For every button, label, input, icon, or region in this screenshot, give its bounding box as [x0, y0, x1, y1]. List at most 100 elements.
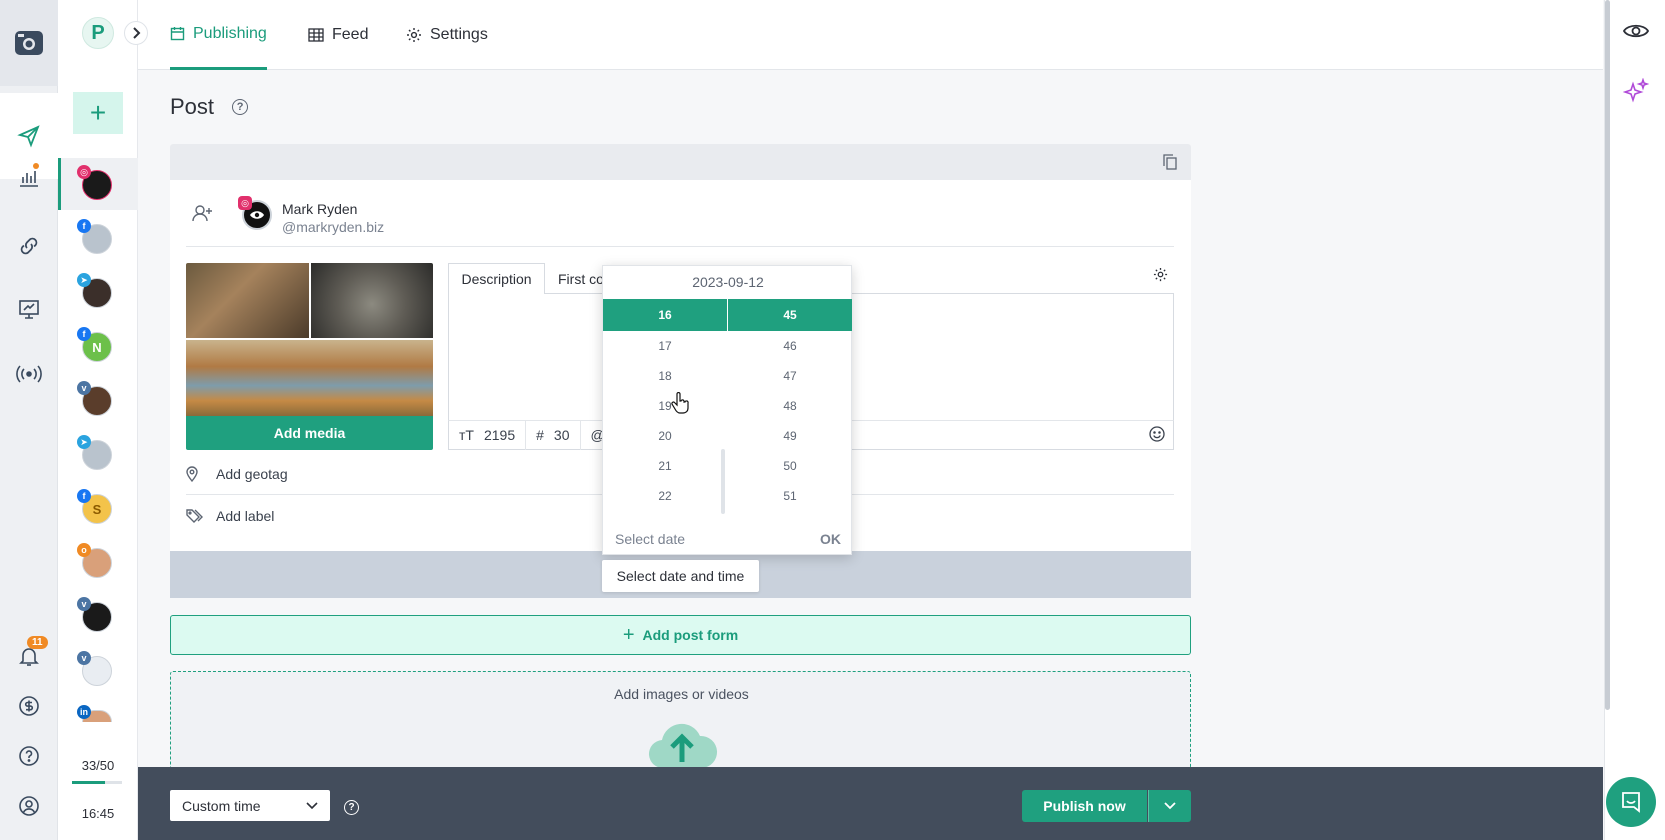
broadcast-icon[interactable] — [0, 354, 58, 394]
hours-column[interactable]: 16 17 18 19 20 21 22 — [603, 299, 727, 511]
emoji-icon[interactable] — [1149, 425, 1173, 445]
help-icon[interactable]: ? — [344, 797, 359, 815]
publish-options-button[interactable] — [1148, 790, 1191, 822]
account-letter: N — [92, 339, 102, 355]
usage-counter: 33/50 — [81, 758, 115, 773]
hour-option[interactable]: 18 — [603, 361, 727, 391]
preview-eye-icon[interactable] — [1622, 22, 1650, 43]
profile-icon[interactable] — [0, 786, 58, 826]
app-logo-icon[interactable] — [0, 0, 58, 86]
page-title: Post ? — [170, 94, 249, 120]
account-avatar[interactable]: v — [77, 381, 112, 416]
tab-label: Settings — [430, 26, 488, 43]
ai-sparkle-icon[interactable] — [1622, 77, 1650, 107]
tab-feed[interactable]: Feed — [308, 0, 368, 70]
minute-option[interactable]: 50 — [728, 451, 852, 481]
add-post-form-button[interactable]: + Add post form — [170, 615, 1191, 655]
expand-sidebar-button[interactable] — [124, 21, 148, 45]
accounts-column: P + ◎ f ➤ N f v ➤ S f o v v in 33/50 16:… — [58, 0, 138, 840]
account-name: Mark Ryden — [282, 201, 358, 217]
editor-settings-icon[interactable] — [1153, 267, 1168, 285]
gear-icon — [407, 28, 421, 42]
minute-option[interactable]: 45 — [728, 299, 852, 331]
help-icon[interactable] — [0, 736, 58, 776]
vk-icon: v — [77, 381, 91, 395]
billing-icon[interactable] — [0, 686, 58, 726]
bell-icon[interactable]: 11 — [0, 636, 58, 676]
account-avatar[interactable]: ◎ — [238, 196, 272, 230]
dropzone-label: Add images or videos — [614, 686, 749, 702]
monitor-icon[interactable] — [0, 289, 58, 329]
hour-option[interactable]: 17 — [603, 331, 727, 361]
map-pin-icon — [186, 466, 198, 482]
instagram-icon: ◎ — [238, 196, 252, 210]
account-avatar[interactable]: ◎ — [77, 165, 112, 200]
account-avatar[interactable]: o — [77, 543, 112, 578]
hour-option[interactable]: 22 — [603, 481, 727, 511]
add-geotag-label: Add geotag — [216, 466, 288, 482]
account-avatar[interactable]: ➤ — [77, 273, 112, 308]
hand-cursor-icon — [671, 391, 689, 417]
select-date-link[interactable]: Select date — [615, 531, 685, 547]
account-avatar[interactable]: v — [77, 651, 112, 686]
plus-icon: + — [622, 623, 635, 646]
account-avatar[interactable]: N f — [77, 327, 112, 362]
cat-photo-2 — [311, 263, 433, 338]
minute-option[interactable]: 48 — [728, 391, 852, 421]
copy-icon[interactable] — [1163, 154, 1177, 173]
eye-logo-icon — [250, 211, 264, 219]
add-media-button[interactable]: Add media — [186, 416, 433, 450]
minutes-column[interactable]: 45 46 47 48 49 50 51 — [728, 299, 852, 511]
add-account-icon[interactable] — [192, 204, 214, 225]
custom-time-select[interactable]: Custom time — [170, 790, 330, 821]
analytics-icon[interactable] — [0, 157, 58, 197]
hashtag-count: # 30 — [526, 420, 581, 450]
vk-icon: v — [77, 597, 91, 611]
divider — [186, 246, 1174, 247]
account-avatar[interactable]: ➤ — [77, 435, 112, 470]
tab-first-comment[interactable]: First co — [558, 263, 604, 294]
support-chat-button[interactable] — [1606, 777, 1656, 827]
minute-option[interactable]: 46 — [728, 331, 852, 361]
tag-icon — [186, 509, 203, 523]
page-scrollbar[interactable] — [1603, 0, 1611, 710]
hour-option[interactable]: 21 — [603, 451, 727, 481]
landscape-painting — [186, 340, 433, 416]
vk-icon: v — [77, 651, 91, 665]
minute-option[interactable]: 47 — [728, 361, 852, 391]
account-handle: @markryden.biz — [282, 219, 385, 235]
telegram-icon: ➤ — [77, 273, 91, 287]
chevron-down-icon — [1164, 802, 1176, 810]
publish-now-button[interactable]: Publish now — [1022, 790, 1147, 822]
add-geotag-row[interactable]: Add geotag — [186, 466, 288, 482]
hour-option[interactable]: 19 — [603, 391, 727, 421]
minute-option[interactable]: 49 — [728, 421, 852, 451]
clock: 16:45 — [81, 806, 115, 821]
link-icon[interactable] — [0, 226, 58, 266]
tab-settings[interactable]: Settings — [406, 0, 488, 70]
add-post-button[interactable]: + — [73, 92, 123, 134]
chevron-down-icon — [306, 801, 318, 809]
help-icon[interactable]: ? — [232, 99, 249, 115]
facebook-icon: f — [77, 489, 91, 503]
tab-publishing[interactable]: Publishing — [170, 0, 267, 70]
hour-option[interactable]: 20 — [603, 421, 727, 451]
hour-option[interactable]: 16 — [603, 299, 727, 331]
ok-button[interactable]: OK — [820, 531, 841, 547]
select-date-time-button[interactable]: Select date and time — [602, 560, 759, 592]
post-card-header — [170, 144, 1191, 180]
add-label-row[interactable]: Add label — [186, 508, 274, 524]
media-dropzone[interactable]: Add images or videos — [170, 671, 1191, 771]
top-navigation: Publishing Feed Settings — [138, 0, 1603, 70]
char-count: ᴛT 2195 — [449, 420, 527, 450]
hashtag-icon: # — [536, 427, 544, 443]
account-avatar[interactable]: v — [77, 597, 112, 632]
tab-description[interactable]: Description — [448, 263, 545, 294]
right-rail — [1604, 0, 1665, 840]
account-avatar[interactable]: f — [77, 219, 112, 254]
workspace-avatar[interactable]: P — [82, 17, 114, 49]
account-avatar[interactable]: S f — [77, 489, 112, 524]
hours-scrollbar[interactable] — [721, 449, 725, 514]
account-avatar[interactable]: in — [77, 705, 112, 722]
minute-option[interactable]: 51 — [728, 481, 852, 511]
